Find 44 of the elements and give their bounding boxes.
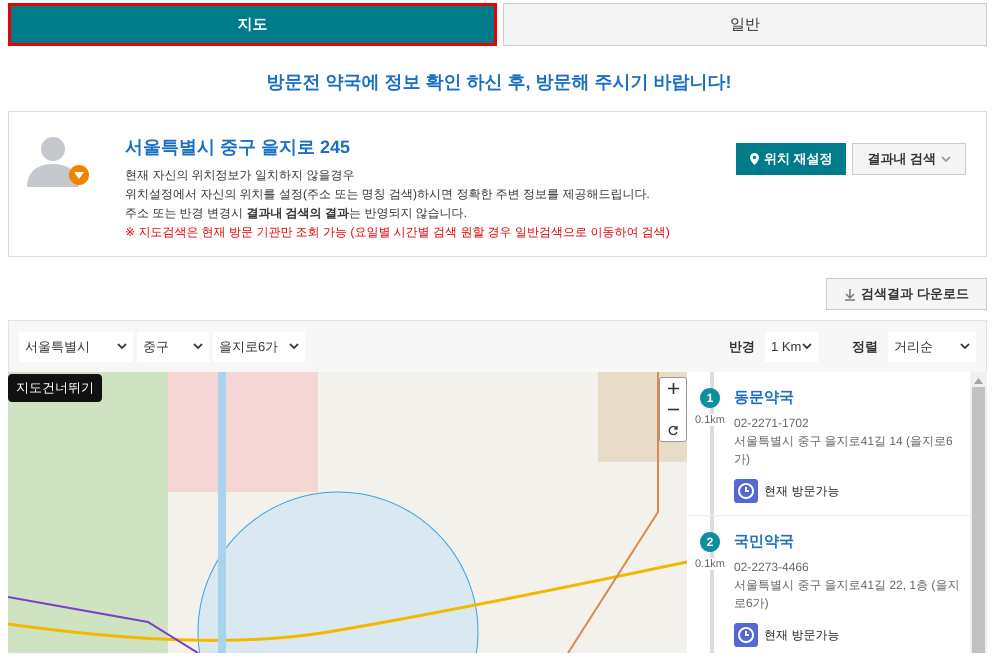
chevron-down-icon <box>193 343 203 350</box>
distance-text: 0.1km <box>695 558 725 570</box>
phone-text: 02-2273-4466 <box>734 559 809 576</box>
distance-text: 0.1km <box>695 414 725 426</box>
chevron-down-icon <box>960 343 970 350</box>
chevron-down-icon <box>289 343 299 350</box>
tab[interactable]: 일반 <box>502 3 987 46</box>
clock-icon <box>734 623 758 647</box>
reset-location-button[interactable]: 위치 재설정 <box>736 143 846 175</box>
address-text: 서울특별시 중구 을지로 245 <box>125 136 350 159</box>
download-results-button[interactable]: 검색결과 다운로드 <box>826 278 987 310</box>
notice-text: 방문전 약국에 정보 확인 하신 후, 방문해 주시기 바랍니다! <box>266 72 732 92</box>
filter-results-button[interactable]: 결과내 검색 <box>852 143 966 175</box>
sort-label: 정렬 <box>852 338 878 356</box>
clock-icon <box>734 479 758 503</box>
skip-map-button[interactable]: 지도건너뛰기 <box>8 374 102 402</box>
neighborhood-select[interactable]: 을지로6가 <box>213 332 305 362</box>
pharmacy-name[interactable]: 국민약국 <box>734 532 794 551</box>
rank-badge: 1 <box>700 388 720 408</box>
radius-label: 반경 <box>729 338 755 356</box>
district-select[interactable]: 중구 <box>137 332 209 362</box>
status-text: 현재 방문가능 <box>764 482 840 500</box>
zoom-in-icon[interactable] <box>668 383 678 394</box>
tab[interactable]: 지도 <box>8 3 496 46</box>
address-text: 서울특별시 중구 을지로41길 14 (을지로6가) <box>734 433 954 468</box>
rank-badge: 2 <box>700 532 720 552</box>
location-pin-icon <box>750 153 759 165</box>
radius-select[interactable]: 1 Km <box>765 332 818 362</box>
phone-text: 02-2271-1702 <box>734 415 809 432</box>
refresh-icon[interactable] <box>668 425 678 436</box>
info-text: 주소 또는 반경 변경시 결과내 검색의 결과는 반영되지 않습니다. <box>125 205 468 222</box>
warning-text: ※ 지도검색은 현재 방문 기관만 조회 가능 (요일별 시간별 검색 원할 경우 일반검색으로 이동하여 검색) <box>125 224 670 241</box>
scrollbar-thumb[interactable] <box>972 387 985 653</box>
status-text: 현재 방문가능 <box>764 626 840 644</box>
region-select[interactable]: 서울특별시 <box>19 332 133 362</box>
chevron-down-icon <box>117 343 127 350</box>
info-text: 현재 자신의 위치정보가 일치하지 않을경우 <box>125 167 354 184</box>
chevron-down-icon <box>802 343 812 350</box>
pharmacy-name[interactable]: 동문약국 <box>734 388 794 407</box>
address-text: 서울특별시 중구 을지로41길 22, 1층 (을지로6가) <box>734 577 960 612</box>
sort-select[interactable]: 거리순 <box>888 332 976 362</box>
chevron-down-icon <box>941 156 951 162</box>
info-text: 위치설정에서 자신의 위치를 설정(주소 또는 명칭 검색)하시면 정확한 주변 정보를 제공해드립니다. <box>125 186 650 203</box>
download-icon <box>844 288 856 300</box>
